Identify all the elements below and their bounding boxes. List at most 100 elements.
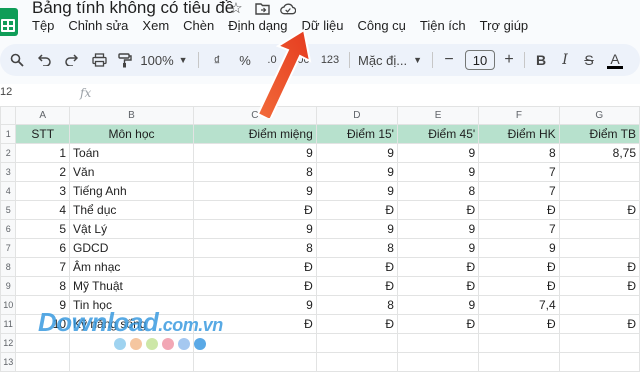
cell[interactable]: Đ — [558, 314, 640, 334]
cell[interactable]: Điểm 45' — [396, 124, 480, 144]
cell[interactable]: 5 — [15, 219, 71, 239]
cell[interactable]: 8 — [396, 181, 480, 201]
cell[interactable]: Đ — [396, 200, 480, 220]
cell[interactable]: 8 — [192, 238, 317, 258]
cell[interactable]: Mỹ Thuật — [69, 276, 194, 296]
cell[interactable]: Thể dục — [69, 200, 194, 220]
move-folder-icon[interactable] — [254, 0, 270, 16]
cell[interactable]: 8 — [478, 143, 560, 163]
row-header[interactable]: 11 — [0, 314, 17, 334]
sheets-logo-icon[interactable] — [0, 8, 18, 36]
cell[interactable] — [396, 333, 480, 353]
cell[interactable]: 2 — [15, 162, 71, 182]
undo-icon[interactable] — [34, 44, 56, 76]
column-header[interactable]: B — [69, 106, 194, 125]
font-select[interactable]: Mặc đị... ▼ — [358, 44, 424, 76]
paint-format-icon[interactable] — [114, 44, 136, 76]
menu-help[interactable]: Trợ giúp — [473, 18, 536, 33]
cell[interactable]: 9 — [315, 143, 398, 163]
cell[interactable] — [478, 352, 560, 372]
cell[interactable]: GDCD — [69, 238, 194, 258]
cell[interactable]: Đ — [315, 276, 398, 296]
zoom-select[interactable]: 100% ▼ — [140, 44, 187, 76]
cell[interactable]: 7 — [478, 181, 560, 201]
cell[interactable]: Điểm TB — [558, 124, 640, 144]
cell[interactable]: 8 — [315, 238, 398, 258]
font-size-input[interactable]: 10 — [465, 50, 495, 70]
cell[interactable]: Đ — [396, 314, 480, 334]
menu-edit[interactable]: Chỉnh sửa — [61, 18, 135, 33]
cell[interactable]: Điểm miệng — [192, 124, 317, 144]
cell[interactable]: 6 — [15, 238, 71, 258]
row-header[interactable]: 8 — [0, 257, 17, 277]
cell[interactable]: Đ — [478, 276, 560, 296]
row-header[interactable]: 13 — [0, 352, 17, 372]
cell[interactable] — [315, 333, 398, 353]
select-all-corner[interactable] — [0, 106, 17, 125]
cell[interactable]: 7,4 — [478, 295, 560, 315]
cell[interactable] — [192, 352, 317, 372]
cell[interactable]: 9 — [192, 143, 317, 163]
increase-font-size-button[interactable]: + — [500, 44, 518, 76]
cell[interactable]: Toán — [69, 143, 194, 163]
column-header[interactable]: A — [15, 106, 71, 125]
menu-insert[interactable]: Chèn — [176, 18, 221, 33]
cell[interactable]: Văn — [69, 162, 194, 182]
cell[interactable] — [478, 333, 560, 353]
row-header[interactable]: 12 — [0, 333, 17, 353]
cell[interactable]: 9 — [315, 181, 398, 201]
cell[interactable]: 7 — [15, 257, 71, 277]
document-title[interactable]: Bảng tính không có tiêu đề — [32, 0, 234, 18]
cell[interactable]: 9 — [192, 181, 317, 201]
row-header[interactable]: 7 — [0, 238, 17, 258]
cell[interactable] — [558, 333, 640, 353]
star-icon[interactable]: ☆ — [228, 0, 244, 17]
cell[interactable]: Điểm 15' — [315, 124, 398, 144]
cell[interactable]: 9 — [315, 219, 398, 239]
cell[interactable]: Đ — [192, 200, 317, 220]
cell[interactable]: Đ — [558, 257, 640, 277]
cell[interactable]: 7 — [478, 162, 560, 182]
cell[interactable]: Vật Lý — [69, 219, 194, 239]
cell[interactable] — [558, 352, 640, 372]
cell[interactable] — [69, 352, 194, 372]
cell[interactable]: 9 — [396, 295, 480, 315]
row-header[interactable]: 6 — [0, 219, 17, 239]
cell[interactable] — [558, 219, 640, 239]
decrease-font-size-button[interactable]: − — [440, 44, 458, 76]
name-box[interactable]: 12 — [0, 86, 12, 98]
cell[interactable]: 8,75 — [558, 143, 640, 163]
cell[interactable] — [15, 352, 71, 372]
menu-extensions[interactable]: Tiện ích — [413, 18, 473, 33]
menu-tools[interactable]: Công cụ — [350, 18, 412, 33]
cell[interactable]: Môn học — [69, 124, 194, 144]
cell[interactable] — [396, 352, 480, 372]
cell[interactable]: 9 — [396, 143, 480, 163]
cell[interactable]: STT — [15, 124, 71, 144]
cell[interactable]: 4 — [15, 200, 71, 220]
column-header[interactable]: G — [558, 106, 640, 125]
cell[interactable]: 9 — [478, 238, 560, 258]
bold-button[interactable]: B — [532, 44, 550, 76]
print-icon[interactable] — [88, 44, 110, 76]
cell[interactable] — [558, 162, 640, 182]
cell[interactable]: Đ — [558, 276, 640, 296]
cell[interactable]: 9 — [192, 219, 317, 239]
row-header[interactable]: 10 — [0, 295, 17, 315]
cell[interactable]: 9 — [396, 162, 480, 182]
cell[interactable] — [315, 352, 398, 372]
cell[interactable] — [558, 238, 640, 258]
cell[interactable]: 8 — [315, 295, 398, 315]
strikethrough-button[interactable]: S — [580, 44, 598, 76]
cell[interactable] — [558, 181, 640, 201]
cell[interactable]: 9 — [396, 219, 480, 239]
cell[interactable]: 3 — [15, 181, 71, 201]
cell[interactable]: Âm nhạc — [69, 257, 194, 277]
row-header[interactable]: 2 — [0, 143, 17, 163]
cell[interactable]: Đ — [315, 200, 398, 220]
cell[interactable]: 9 — [396, 238, 480, 258]
row-header[interactable]: 1 — [0, 124, 17, 144]
cell[interactable]: 8 — [192, 162, 317, 182]
cell[interactable]: Đ — [558, 200, 640, 220]
cell[interactable]: Tiếng Anh — [69, 181, 194, 201]
